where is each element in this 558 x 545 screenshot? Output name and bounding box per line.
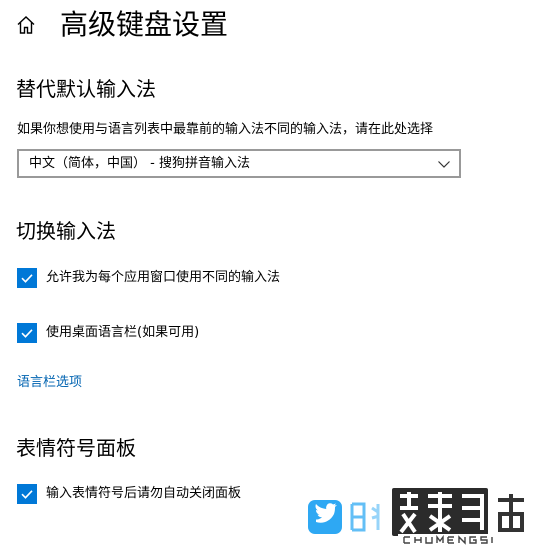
checkbox-label: 允许我为每个应用窗口使用不同的输入法 bbox=[46, 270, 281, 285]
home-button[interactable] bbox=[14, 13, 38, 37]
language-bar-options-link[interactable]: 语言栏选项 bbox=[17, 374, 82, 392]
chevron-down-icon bbox=[438, 161, 450, 168]
page-title: 高级键盘设置 bbox=[60, 8, 229, 41]
header: 高级键盘设置 bbox=[0, 0, 558, 52]
checkbox-box[interactable] bbox=[17, 323, 37, 343]
section-title-emoji-panel: 表情符号面板 bbox=[16, 436, 136, 460]
home-icon bbox=[17, 16, 35, 34]
checkbox-label: 输入表情符号后请勿自动关闭面板 bbox=[46, 486, 242, 501]
checkbox-box[interactable] bbox=[17, 484, 37, 504]
checkmark-icon bbox=[21, 329, 33, 338]
input-method-dropdown[interactable]: 中文（简体，中国） - 搜狗拼音输入法 bbox=[17, 149, 461, 178]
checkbox-keep-emoji-panel-open[interactable]: 输入表情符号后请勿自动关闭面板 bbox=[17, 484, 241, 504]
checkmark-icon bbox=[21, 274, 33, 283]
checkbox-per-app-input[interactable]: 允许我为每个应用窗口使用不同的输入法 bbox=[17, 268, 280, 288]
checkmark-icon bbox=[21, 490, 33, 499]
override-input-description: 如果你想使用与语言列表中最靠前的输入法不同的输入法，请在此处选择 bbox=[17, 122, 434, 137]
checkbox-desktop-language-bar[interactable]: 使用桌面语言栏(如果可用) bbox=[17, 323, 199, 343]
section-title-override-input: 替代默认输入法 bbox=[16, 77, 156, 101]
section-title-switch-input: 切换输入法 bbox=[16, 219, 116, 243]
dropdown-selected-value: 中文（简体，中国） - 搜狗拼音输入法 bbox=[29, 156, 250, 171]
watermark-logo bbox=[308, 488, 548, 545]
checkbox-box[interactable] bbox=[17, 268, 37, 288]
checkbox-label: 使用桌面语言栏(如果可用) bbox=[46, 325, 200, 340]
